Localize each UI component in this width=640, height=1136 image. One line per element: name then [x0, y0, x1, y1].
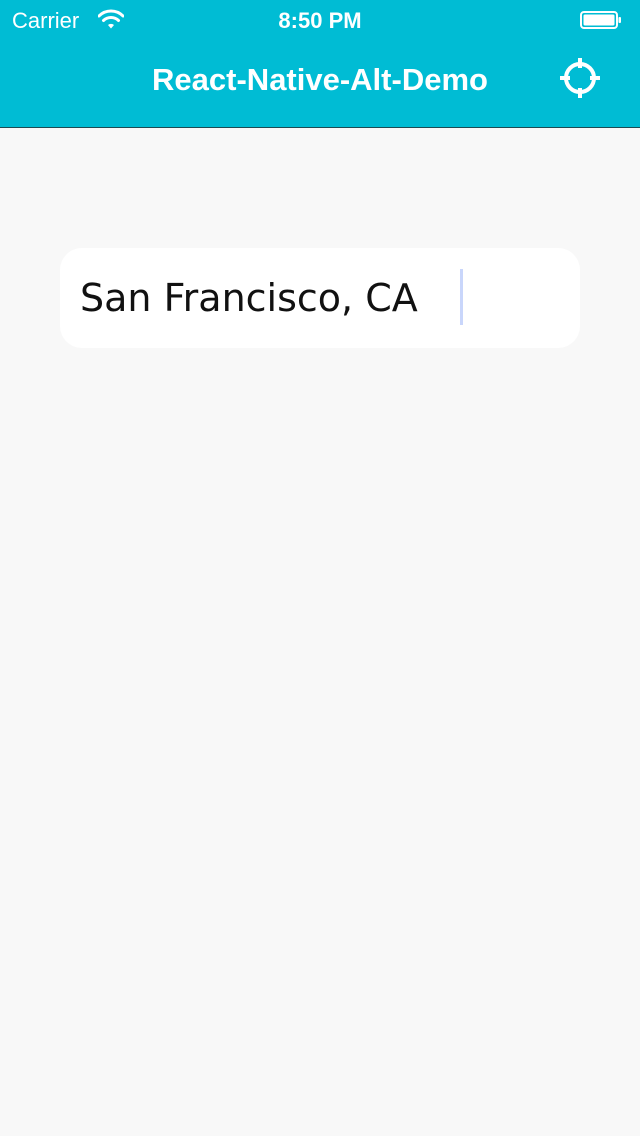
battery-icon [580, 11, 622, 29]
locate-button[interactable] [556, 54, 604, 102]
location-input[interactable] [80, 266, 560, 330]
location-search-box[interactable] [60, 248, 580, 348]
status-time: 8:50 PM [278, 8, 362, 33]
status-bar: Carrier 8:50 PM [0, 0, 640, 40]
text-caret [460, 269, 463, 325]
crosshair-icon [560, 58, 600, 98]
page-title: React-Native-Alt-Demo [152, 62, 488, 97]
nav-header: Carrier 8:50 PM React-Native-Alt-Demo [0, 0, 640, 128]
